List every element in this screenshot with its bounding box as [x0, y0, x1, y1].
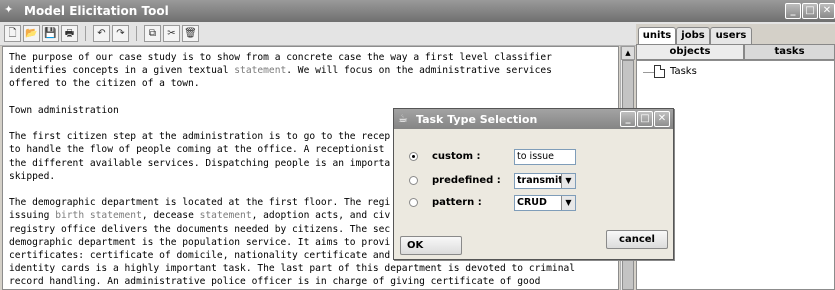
text-segment: , decease [141, 210, 200, 222]
custom-radio[interactable] [409, 152, 418, 161]
text-segment: to handle the flow of people coming at t… [9, 144, 385, 156]
maximize-button[interactable]: □ [802, 3, 818, 19]
text-segment: The demographic department is located at… [9, 197, 391, 209]
pattern-radio[interactable] [409, 198, 418, 207]
save-icon[interactable]: 💾 [42, 25, 59, 42]
task-type-selection-dialog: ☕ Task Type Selection _ □ ✕ custom : to … [393, 108, 674, 260]
text-segment: identifies concepts in a given textual [9, 65, 235, 77]
custom-task-input[interactable]: to issue [514, 149, 576, 165]
pattern-select[interactable]: CRUD ▼ [514, 195, 576, 211]
custom-label: custom : [432, 151, 481, 162]
document-line: identity cards is a highly important tas… [9, 262, 614, 275]
delete-icon[interactable]: 🗑 [182, 25, 199, 42]
text-segment: , adoption acts, and civ [251, 210, 391, 222]
redo-icon[interactable]: ↷ [112, 25, 129, 42]
cancel-button[interactable]: cancel [606, 230, 668, 249]
predefined-select[interactable]: transmit ▼ [514, 173, 576, 189]
text-segment: skipped. [9, 170, 56, 182]
text-segment: identity cards is a highly important tas… [9, 263, 576, 275]
predefined-label: predefined : [432, 175, 501, 186]
app-icon: ✦ [4, 3, 14, 16]
dialog-title-bar[interactable]: ☕ Task Type Selection _ □ ✕ [394, 109, 673, 129]
toolbar-separator [136, 26, 137, 41]
chevron-down-icon[interactable]: ▼ [561, 174, 575, 188]
tab-units[interactable]: units [638, 27, 676, 44]
text-segment: issuing [9, 210, 56, 222]
pattern-label: pattern : [432, 197, 482, 208]
text-segment: offered to the citizen of a town. [9, 78, 200, 90]
dialog-close-button[interactable]: ✕ [654, 111, 670, 127]
document-line: The purpose of our case study is to show… [9, 51, 614, 64]
cut-icon[interactable]: ✂ [163, 25, 180, 42]
tab-objects[interactable]: objects [636, 44, 744, 60]
undo-icon[interactable]: ↶ [93, 25, 110, 42]
open-icon[interactable]: 📂 [23, 25, 40, 42]
tab-tasks[interactable]: tasks [744, 44, 835, 60]
highlighted-concept: statement [234, 65, 287, 77]
coffee-cup-icon: ☕ [398, 112, 408, 125]
tab-jobs[interactable]: jobs [676, 27, 710, 44]
document-line: offered to the citizen of a town. [9, 77, 614, 90]
toolbar-separator [85, 26, 86, 41]
ok-button[interactable]: OK [400, 236, 462, 255]
dialog-minimize-button[interactable]: _ [620, 111, 636, 127]
text-segment: Town administration [9, 104, 119, 116]
window-title-bar[interactable]: ✦ Model Elicitation Tool _ □ ✕ [0, 0, 835, 22]
predefined-radio[interactable] [409, 176, 418, 185]
minimize-button[interactable]: _ [785, 3, 801, 19]
dialog-body: custom : to issue predefined : transmit … [394, 129, 673, 259]
window-title: Model Elicitation Tool [24, 4, 169, 18]
scroll-up-arrow-icon[interactable]: ▲ [621, 46, 635, 60]
highlighted-concept: statement [199, 210, 252, 222]
text-segment: record handling. An administrative polic… [9, 276, 541, 288]
text-segment: certificates: certificate of domicile, n… [9, 250, 391, 262]
dialog-title: Task Type Selection [416, 113, 538, 126]
chevron-down-icon[interactable]: ▼ [561, 196, 575, 210]
highlighted-concept: birth statement [55, 210, 142, 222]
new-icon[interactable]: 🗋 [4, 25, 21, 42]
text-segment: The purpose of our case study is to show… [9, 52, 552, 63]
document-icon [654, 65, 665, 78]
text-segment: . We will focus on the administrative se… [286, 65, 552, 77]
text-segment: the different available services. Dispat… [9, 157, 391, 169]
tree-node-tasks[interactable]: Tasks [670, 66, 697, 77]
print-icon[interactable]: 🖶 [61, 25, 78, 42]
text-segment: registry office delivers the documents n… [9, 223, 391, 235]
dialog-maximize-button[interactable]: □ [637, 111, 653, 127]
pattern-select-value: CRUD [517, 197, 547, 208]
close-button[interactable]: ✕ [819, 3, 835, 19]
copy-icon[interactable]: ⧉ [144, 25, 161, 42]
document-line: identifies concepts in a given textual s… [9, 64, 614, 77]
text-segment: demographic department is the population… [9, 236, 391, 248]
predefined-select-value: transmit [517, 175, 563, 186]
document-line: record handling. An administrative polic… [9, 275, 614, 288]
tab-users[interactable]: users [710, 27, 752, 44]
text-segment: The first citizen step at the administra… [9, 131, 391, 143]
